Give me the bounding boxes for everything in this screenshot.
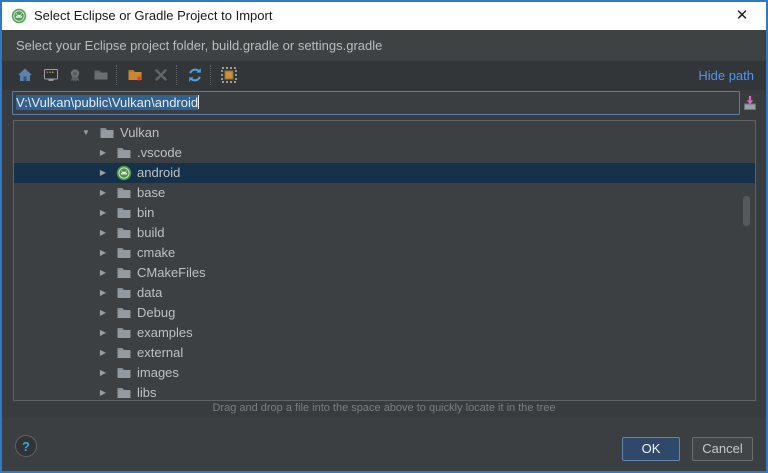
folder-icon xyxy=(116,365,132,381)
chevron-right-icon[interactable]: ▶ xyxy=(97,283,109,303)
chevron-right-icon[interactable]: ▶ xyxy=(97,183,109,203)
desktop-icon[interactable] xyxy=(40,64,62,86)
paste-path-icon[interactable] xyxy=(742,95,758,111)
chevron-right-icon[interactable]: ▶ xyxy=(97,323,109,343)
tree-row-label: cmake xyxy=(137,243,175,263)
text-caret xyxy=(198,95,199,109)
tree-row-images[interactable]: ▶ images xyxy=(14,363,755,383)
chevron-right-icon[interactable]: ▶ xyxy=(97,143,109,163)
hide-path-link[interactable]: Hide path xyxy=(698,61,754,90)
chevron-right-icon[interactable]: ▶ xyxy=(97,303,109,323)
path-input-value: V:\Vulkan\public\Vulkan\android xyxy=(16,95,198,110)
module-icon xyxy=(64,64,86,86)
folder-icon xyxy=(116,325,132,341)
android-module-icon xyxy=(116,165,132,181)
folder-icon xyxy=(116,285,132,301)
folder-icon xyxy=(116,185,132,201)
tree-row-debug[interactable]: ▶ Debug xyxy=(14,303,755,323)
tree-row-cmakefiles[interactable]: ▶ CMakeFiles xyxy=(14,263,755,283)
tree-row-libs[interactable]: ▶ libs xyxy=(14,383,755,401)
tree-row-base[interactable]: ▶ base xyxy=(14,183,755,203)
toolbar: Hide path xyxy=(2,61,766,90)
tree-row-examples[interactable]: ▶ examples xyxy=(14,323,755,343)
file-tree: ▼ Vulkan ▶ .vscode ▶ android ▶ base ▶ bin ▶ build ▶ c… xyxy=(13,120,756,401)
project-folder-icon xyxy=(90,64,112,86)
footer-bar: ? OK Cancel xyxy=(2,418,766,471)
tree-row-label: Debug xyxy=(137,303,175,323)
subtitle-bar: Select your Eclipse project folder, buil… xyxy=(2,30,766,62)
tree-row-vulkan[interactable]: ▼ Vulkan xyxy=(14,123,755,143)
tree-row-build[interactable]: ▶ build xyxy=(14,223,755,243)
folder-icon xyxy=(116,265,132,281)
chevron-right-icon[interactable]: ▶ xyxy=(97,343,109,363)
ok-button[interactable]: OK xyxy=(622,437,680,461)
delete-icon xyxy=(150,64,172,86)
chevron-right-icon[interactable]: ▶ xyxy=(97,223,109,243)
close-icon[interactable]: ✕ xyxy=(730,2,754,30)
tree-row-data[interactable]: ▶ data xyxy=(14,283,755,303)
chevron-right-icon[interactable]: ▶ xyxy=(97,243,109,263)
subtitle-text: Select your Eclipse project folder, buil… xyxy=(16,30,382,61)
tree-row-external[interactable]: ▶ external xyxy=(14,343,755,363)
tree-row-label: build xyxy=(137,223,164,243)
show-hidden-files-icon[interactable] xyxy=(218,64,240,86)
tree-row-label: external xyxy=(137,343,183,363)
tree-row-label: data xyxy=(137,283,162,303)
folder-icon xyxy=(116,305,132,321)
toolbar-separator xyxy=(116,65,118,85)
tree-row-label: Vulkan xyxy=(120,123,159,143)
folder-icon xyxy=(116,225,132,241)
folder-icon xyxy=(116,145,132,161)
tree-row-label: base xyxy=(137,183,165,203)
tree-row-android[interactable]: ▶ android xyxy=(14,163,755,183)
chevron-right-icon[interactable]: ▶ xyxy=(97,163,109,183)
path-input[interactable]: V:\Vulkan\public\Vulkan\android xyxy=(12,91,740,115)
folder-icon xyxy=(116,205,132,221)
chevron-right-icon[interactable]: ▶ xyxy=(97,383,109,401)
android-studio-icon xyxy=(11,8,27,24)
folder-icon xyxy=(99,125,115,141)
folder-icon xyxy=(116,245,132,261)
tree-row-label: libs xyxy=(137,383,157,401)
toolbar-separator xyxy=(176,65,178,85)
tree-row-cmake[interactable]: ▶ cmake xyxy=(14,243,755,263)
tree-row-label: images xyxy=(137,363,179,383)
tree-row-label: android xyxy=(137,163,180,183)
refresh-icon[interactable] xyxy=(184,64,206,86)
dialog-title: Select Eclipse or Gradle Project to Impo… xyxy=(34,2,272,30)
tree-row-bin[interactable]: ▶ bin xyxy=(14,203,755,223)
home-icon[interactable] xyxy=(14,64,36,86)
new-folder-icon[interactable] xyxy=(124,64,146,86)
title-bar: Select Eclipse or Gradle Project to Impo… xyxy=(2,2,766,30)
chevron-right-icon[interactable]: ▶ xyxy=(97,203,109,223)
folder-icon xyxy=(116,385,132,401)
tree-row-label: .vscode xyxy=(137,143,182,163)
tree-row-label: examples xyxy=(137,323,193,343)
chevron-down-icon[interactable]: ▼ xyxy=(80,123,92,143)
chevron-right-icon[interactable]: ▶ xyxy=(97,263,109,283)
tree-row-label: bin xyxy=(137,203,154,223)
import-project-dialog: Select Eclipse or Gradle Project to Impo… xyxy=(0,0,768,473)
tree-row-vscode[interactable]: ▶ .vscode xyxy=(14,143,755,163)
drag-drop-hint: Drag and drop a file into the space abov… xyxy=(2,401,766,418)
cancel-button[interactable]: Cancel xyxy=(692,437,753,461)
chevron-right-icon[interactable]: ▶ xyxy=(97,363,109,383)
toolbar-separator xyxy=(210,65,212,85)
folder-icon xyxy=(116,345,132,361)
tree-row-label: CMakeFiles xyxy=(137,263,206,283)
help-icon[interactable]: ? xyxy=(15,435,37,457)
